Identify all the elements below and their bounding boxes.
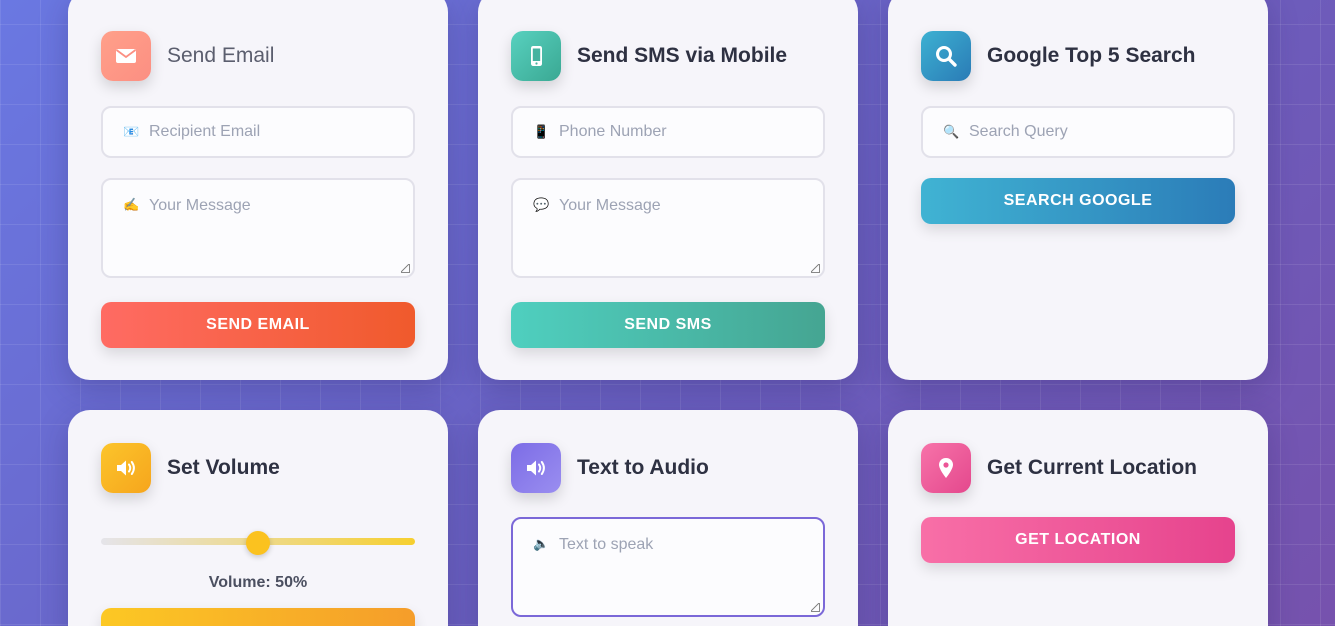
card-title: Send SMS via Mobile: [577, 44, 788, 67]
placeholder-text: Your Message: [559, 197, 661, 214]
get-location-button[interactable]: GET LOCATION: [921, 517, 1235, 563]
magnifier-emoji-icon: 🔍: [943, 124, 960, 139]
card-title: Text to Audio: [577, 456, 709, 479]
phone-number-field[interactable]: 📱 Phone Number: [511, 106, 825, 158]
speaker-icon: [101, 443, 151, 493]
placeholder-text: Text to speak: [559, 536, 654, 553]
card-title: Set Volume: [167, 456, 280, 479]
mobile-phone-icon: [511, 31, 561, 81]
search-google-button[interactable]: SEARCH GOOGLE: [921, 178, 1235, 224]
placeholder-text: Phone Number: [559, 123, 667, 140]
speaker-icon: [511, 443, 561, 493]
text-to-audio-card: Text to Audio 🔈 Text to speak: [478, 410, 858, 626]
speaker-emoji-icon: 🔈: [533, 536, 550, 551]
google-search-card: Google Top 5 Search 🔍 Search Query SEARC…: [888, 0, 1268, 380]
text-to-speak-field[interactable]: 🔈 Text to speak: [511, 517, 825, 617]
volume-label: Volume: 50%: [208, 574, 308, 591]
writing-hand-icon: ✍️: [123, 197, 140, 212]
send-sms-card: Send SMS via Mobile 📱 Phone Number 💬 You…: [478, 0, 858, 380]
placeholder-text: Your Message: [149, 197, 251, 214]
card-title: Send Email: [167, 44, 275, 67]
email-message-field[interactable]: ✍️ Your Message: [101, 178, 415, 278]
card-header: Send SMS via Mobile: [511, 31, 825, 81]
send-email-card: Send Email 📧 Recipient Email ✍️ Your Mes…: [68, 0, 448, 380]
set-volume-button[interactable]: [101, 608, 415, 626]
placeholder-text: Recipient Email: [149, 123, 261, 140]
envelope-icon: [101, 31, 151, 81]
volume-slider[interactable]: [101, 531, 415, 555]
search-query-field[interactable]: 🔍 Search Query: [921, 106, 1235, 158]
email-emoji-icon: 📧: [123, 124, 140, 139]
map-pin-icon: [921, 443, 971, 493]
card-header: Google Top 5 Search: [921, 31, 1235, 81]
sms-message-field[interactable]: 💬 Your Message: [511, 178, 825, 278]
placeholder-text: Search Query: [969, 123, 1068, 140]
set-volume-card: Set Volume Volume: 50%: [68, 410, 448, 626]
card-header: Text to Audio: [511, 443, 825, 493]
slider-thumb[interactable]: [246, 531, 270, 555]
card-header: Get Current Location: [921, 443, 1235, 493]
card-title: Google Top 5 Search: [987, 44, 1196, 67]
card-header: Send Email: [101, 31, 415, 81]
send-email-button[interactable]: SEND EMAIL: [101, 302, 415, 348]
card-header: Set Volume: [101, 443, 415, 493]
speech-bubble-icon: 💬: [533, 197, 550, 212]
recipient-email-field[interactable]: 📧 Recipient Email: [101, 106, 415, 158]
location-card: Get Current Location GET LOCATION: [888, 410, 1268, 626]
phone-emoji-icon: 📱: [533, 124, 550, 139]
search-icon: [921, 31, 971, 81]
send-sms-button[interactable]: SEND SMS: [511, 302, 825, 348]
card-title: Get Current Location: [987, 456, 1198, 479]
